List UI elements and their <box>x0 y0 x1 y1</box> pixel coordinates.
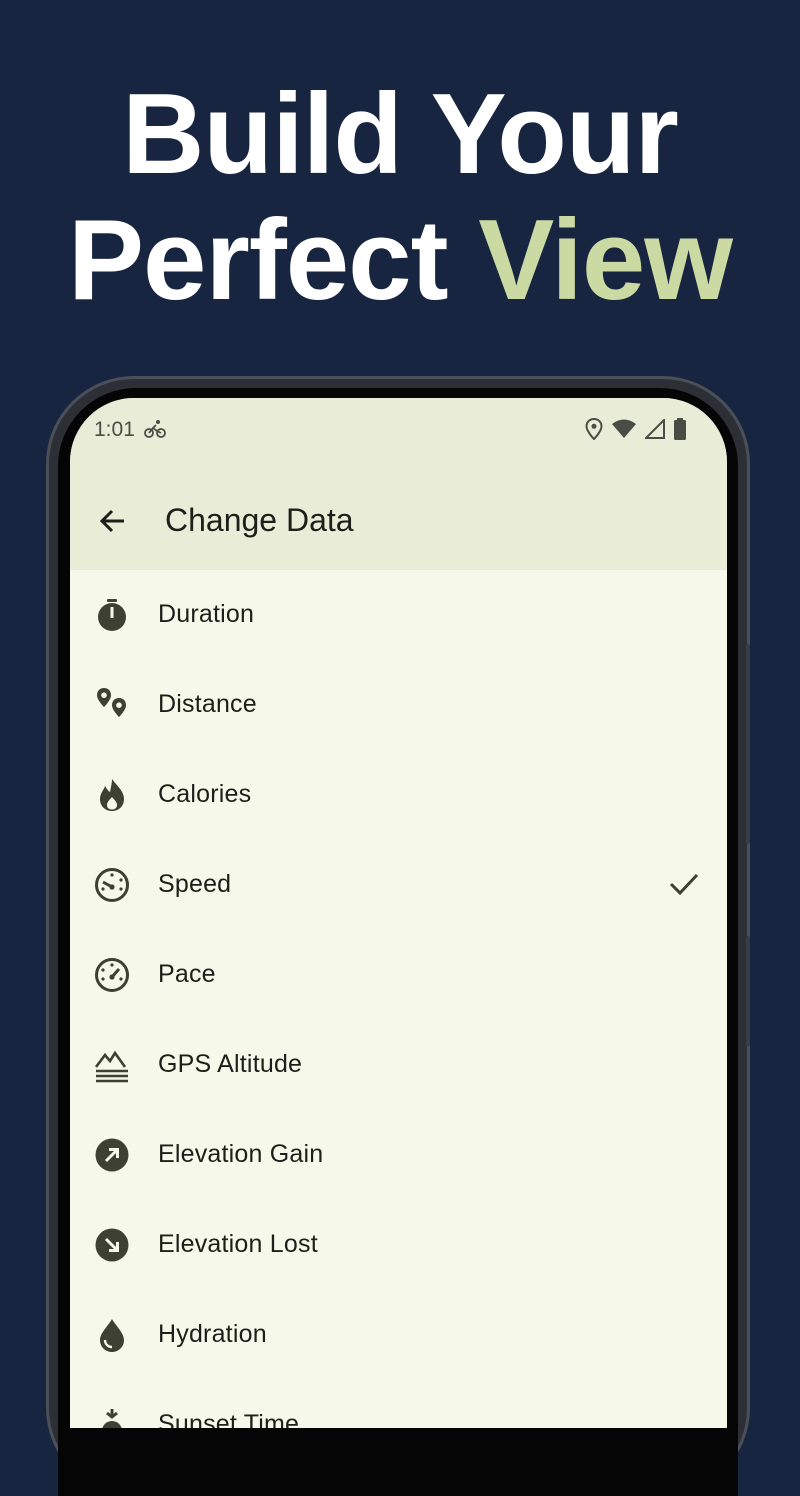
altitude-icon <box>94 1047 130 1083</box>
page-title: Change Data <box>165 502 354 538</box>
signal-icon <box>643 417 665 444</box>
arrow-up-right-circle-icon <box>94 1137 130 1173</box>
list-item-label: Hydration <box>158 1320 267 1348</box>
list-item-sunset-time[interactable]: Sunset Time <box>70 1380 727 1428</box>
list-item-label: Duration <box>158 600 255 628</box>
list-item-elevation-lost[interactable]: Elevation Lost <box>70 1200 727 1290</box>
speedometer-icon <box>94 867 130 903</box>
list-item-distance[interactable]: Distance <box>70 660 727 750</box>
list-item-label: GPS Altitude <box>158 1050 303 1078</box>
stopwatch-icon <box>94 597 130 633</box>
headline-line-1: Build Your <box>122 71 679 198</box>
sunset-icon <box>94 1407 130 1428</box>
wifi-icon <box>611 419 637 444</box>
location-icon <box>585 417 603 445</box>
list-item-label: Pace <box>158 960 216 988</box>
list-item-pace[interactable]: Pace <box>70 930 727 1020</box>
route-pins-icon <box>94 687 130 723</box>
status-icons <box>585 417 687 445</box>
phone-side-button <box>746 936 750 1046</box>
phone-side-button <box>746 644 750 844</box>
water-drop-icon <box>94 1317 130 1353</box>
headline-line-2-prefix: Perfect <box>68 197 479 324</box>
status-bar: 1:01 <box>70 398 727 464</box>
list-item-calories[interactable]: Calories <box>70 750 727 840</box>
status-time: 1:01 <box>94 418 135 441</box>
list-item-gps-altitude[interactable]: GPS Altitude <box>70 1020 727 1110</box>
list-item-speed[interactable]: Speed <box>70 840 727 930</box>
cycling-icon <box>144 419 166 444</box>
arrow-down-right-circle-icon <box>94 1227 130 1263</box>
arrow-back-icon[interactable] <box>96 504 130 538</box>
phone-screen: 1:01 Change Data Duration Distance Calor… <box>70 398 727 1428</box>
list-item-label: Sunset Time <box>158 1410 300 1428</box>
headline-accent: View <box>478 197 733 324</box>
list-item-label: Elevation Gain <box>158 1140 324 1168</box>
list-item-label: Elevation Lost <box>158 1230 318 1258</box>
list-item-label: Speed <box>158 870 232 898</box>
list-item-elevation-gain[interactable]: Elevation Gain <box>70 1110 727 1200</box>
list-item-label: Distance <box>158 690 257 718</box>
app-bar: Change Data <box>70 464 727 570</box>
headline-line-2: Perfect View <box>0 198 800 324</box>
battery-icon <box>673 418 687 445</box>
flame-icon <box>94 777 130 813</box>
data-field-list: Duration Distance Calories Speed Pace GP… <box>70 570 727 1428</box>
list-item-duration[interactable]: Duration <box>70 570 727 660</box>
gauge-icon <box>94 957 130 993</box>
checkmark-icon <box>667 867 701 901</box>
list-item-hydration[interactable]: Hydration <box>70 1290 727 1380</box>
list-item-label: Calories <box>158 780 252 808</box>
headline: Build Your Perfect View <box>0 72 800 324</box>
